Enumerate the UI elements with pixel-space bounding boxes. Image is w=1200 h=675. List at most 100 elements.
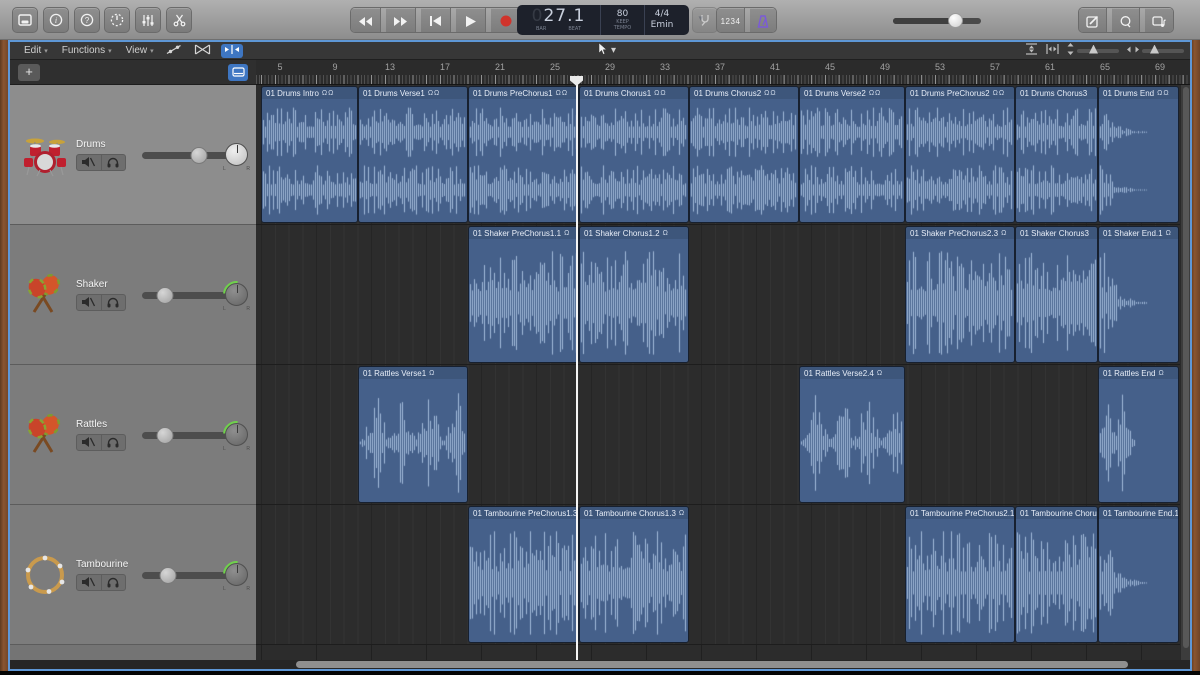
count-in-button[interactable]: 1234 (717, 8, 745, 33)
region[interactable]: 01 Drums Verse1ΩΩ (358, 86, 468, 223)
tool-menu[interactable]: ▾ (598, 43, 616, 58)
playhead[interactable] (576, 76, 578, 669)
region[interactable]: 01 Rattles Verse1Ω (358, 366, 468, 503)
track-lane-rattles[interactable]: 01 Rattles Verse1Ω 01 Rattles Verse2.4Ω 01… (256, 365, 1190, 505)
track-header-tambourine[interactable]: TambourineLR (10, 505, 256, 645)
region[interactable]: 01 Rattles Verse2.4Ω (799, 366, 905, 503)
master-volume-slider[interactable] (893, 14, 981, 26)
vertical-zoom-thumb[interactable] (1089, 45, 1098, 54)
region[interactable]: 01 Drums IntroΩΩ (261, 86, 358, 223)
metronome-button[interactable] (750, 8, 776, 33)
menu-edit[interactable]: Edit ▾ (24, 45, 48, 56)
fast-forward-button[interactable] (386, 8, 416, 33)
horizontal-scrollbar[interactable] (10, 660, 1190, 669)
loop-browser-button[interactable] (1112, 8, 1140, 33)
region[interactable]: 01 Shaker PreChorus1.1Ω (468, 226, 579, 363)
track-volume-thumb[interactable] (159, 567, 176, 584)
editors-button[interactable] (166, 7, 192, 33)
mute-button[interactable] (77, 435, 102, 450)
mute-button[interactable] (77, 295, 102, 310)
track-volume-slider[interactable] (142, 292, 234, 299)
track-lane-shaker[interactable]: 01 Shaker PreChorus1.1Ω01 Shaker Chorus1… (256, 225, 1190, 365)
region[interactable]: 01 Drums PreChorus1ΩΩ (468, 86, 579, 223)
mute-button[interactable] (77, 575, 102, 590)
mute-button[interactable] (77, 155, 102, 170)
vertical-scrollbar-thumb[interactable] (1183, 87, 1189, 648)
track-volume-thumb[interactable] (157, 287, 174, 304)
lcd-tempo[interactable]: 80 KEEP TEMPO (601, 5, 645, 35)
track-volume-slider[interactable] (142, 572, 234, 579)
region[interactable]: 01 Drums Chorus3 (1015, 86, 1098, 223)
menu-view[interactable]: View ▾ (126, 45, 154, 56)
add-track-button[interactable]: + (18, 64, 40, 81)
region[interactable]: 01 Tambourine PreChorus2.1 (905, 506, 1015, 643)
region[interactable]: 01 Drums Chorus2ΩΩ (689, 86, 799, 223)
horizontal-scrollbar-track[interactable] (256, 660, 1190, 669)
horizontal-zoom-slider[interactable] (1127, 45, 1184, 56)
vertical-scrollbar[interactable] (1180, 85, 1190, 669)
horizontal-scrollbar-thumb[interactable] (296, 661, 1128, 668)
menu-functions[interactable]: Functions ▾ (62, 45, 112, 56)
automation-button[interactable] (166, 44, 182, 58)
crossfade-button[interactable] (194, 44, 211, 58)
waveform (469, 239, 578, 362)
library-button[interactable] (12, 7, 38, 33)
lcd-display[interactable]: 027.1 BAR BEAT 80 KEEP TEMPO 4/4 Emin ▾ (517, 5, 689, 35)
go-to-beginning-button[interactable] (421, 8, 451, 33)
rewind-button[interactable] (351, 8, 381, 33)
track-header-drums[interactable]: DrumsLR (10, 85, 256, 225)
region[interactable]: 01 Drums Verse2ΩΩ (799, 86, 905, 223)
pan-knob[interactable]: LR (225, 283, 248, 306)
pan-knob[interactable]: LR (225, 563, 248, 586)
region[interactable]: 01 Shaker PreChorus2.3Ω (905, 226, 1015, 363)
tuning-fork-button[interactable] (692, 7, 718, 33)
smart-controls-button[interactable] (135, 7, 161, 33)
region[interactable]: 01 Drums Chorus1ΩΩ (579, 86, 689, 223)
timeline-ruler[interactable]: 59131721252933374145495357616569 (256, 60, 1190, 85)
solo-button[interactable] (102, 295, 126, 310)
track-volume-slider[interactable] (142, 152, 234, 159)
lcd-position[interactable]: 027.1 BAR BEAT (517, 5, 601, 35)
snap-to-grid-button[interactable] (221, 44, 243, 58)
solo-button[interactable] (102, 155, 126, 170)
track-volume-thumb[interactable] (157, 427, 174, 444)
region[interactable]: 01 Tambourine PreChorus1.3 (468, 506, 579, 643)
lcd-key-signature[interactable]: 4/4 Emin ▾ (645, 5, 679, 35)
help-button[interactable]: ? (74, 7, 100, 33)
track-lane-tambourine[interactable]: 01 Tambourine PreChorus1.301 Tambourine … (256, 505, 1190, 645)
master-volume-thumb[interactable] (948, 13, 963, 28)
track-lane-drums[interactable]: 01 Drums IntroΩΩ01 Drums Verse1ΩΩ01 Drum… (256, 85, 1190, 225)
track-header-rattles[interactable]: RattlesLR (10, 365, 256, 505)
info-button[interactable]: i (43, 7, 69, 33)
region[interactable]: 01 Tambourine Chorus1.3Ω (579, 506, 689, 643)
notepad-icon (1086, 15, 1099, 28)
region[interactable]: 01 Rattles EndΩ (1098, 366, 1179, 503)
pan-knob[interactable]: LR (225, 143, 248, 166)
region[interactable]: 01 Drums EndΩΩ (1098, 86, 1179, 223)
play-button[interactable] (456, 8, 486, 33)
vertical-zoom-slider[interactable] (1067, 43, 1119, 58)
library-icon (18, 14, 32, 26)
horizontal-scrollbar-gutter (10, 660, 256, 669)
region-label: 01 Tambourine PreChorus1.3 (473, 509, 577, 518)
region[interactable]: 01 Shaker Chorus3 (1015, 226, 1098, 363)
region[interactable]: 01 Tambourine Chorus3 (1015, 506, 1098, 643)
horizontal-auto-zoom-button[interactable] (1046, 43, 1059, 58)
pan-knob[interactable]: LR (225, 423, 248, 446)
region[interactable]: 01 Shaker Chorus1.2Ω (579, 226, 689, 363)
track-volume-thumb[interactable] (191, 147, 208, 164)
display-mode-button[interactable] (228, 64, 248, 81)
track-header-shaker[interactable]: ShakerLR (10, 225, 256, 365)
solo-button[interactable] (102, 435, 126, 450)
track-volume-slider[interactable] (142, 432, 234, 439)
media-browser-button[interactable] (1145, 8, 1173, 33)
record-icon (500, 15, 512, 27)
vertical-auto-zoom-button[interactable] (1025, 43, 1038, 58)
horizontal-zoom-thumb[interactable] (1150, 45, 1159, 54)
region[interactable]: 01 Tambourine End.1 (1098, 506, 1179, 643)
solo-button[interactable] (102, 575, 126, 590)
region[interactable]: 01 Drums PreChorus2ΩΩ (905, 86, 1015, 223)
notepad-button[interactable] (1079, 8, 1107, 33)
tuner-button[interactable] (104, 7, 130, 33)
region[interactable]: 01 Shaker End.1Ω (1098, 226, 1179, 363)
